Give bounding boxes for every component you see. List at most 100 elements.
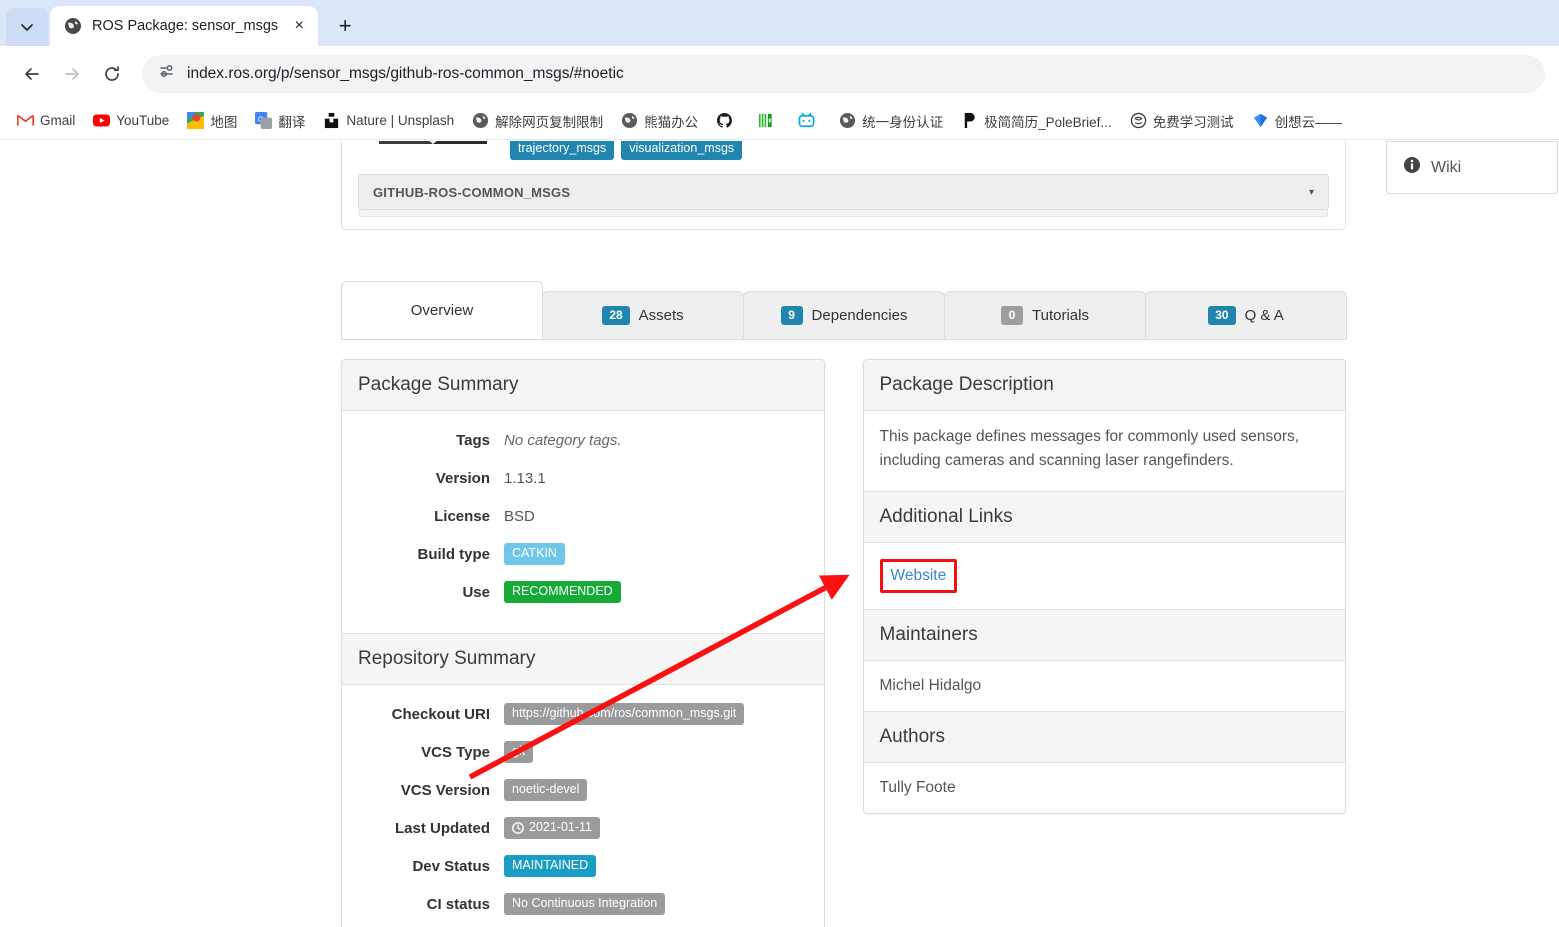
globe-icon bbox=[839, 112, 856, 129]
tab-label: Dependencies bbox=[811, 307, 908, 324]
package-tag[interactable]: visualization_msgs bbox=[621, 141, 743, 161]
bookmark-unsplash[interactable]: Nature | Unsplash bbox=[316, 108, 461, 133]
ros-logo-icon bbox=[379, 141, 487, 144]
back-icon[interactable] bbox=[14, 56, 50, 92]
summary-row-build-type: Build type CATKIN bbox=[358, 539, 808, 569]
row-label: VCS Version bbox=[400, 781, 490, 799]
description-panel: Package Description This package defines… bbox=[862, 359, 1346, 815]
back-arrow-icon bbox=[25, 68, 39, 80]
tab-label: Tutorials bbox=[1032, 307, 1089, 324]
bookmark-bilibili[interactable] bbox=[791, 108, 828, 133]
reload-arrow-icon bbox=[105, 66, 119, 81]
package-tabs: Overview 28 Assets 9 Dependencies 0 Tuto… bbox=[341, 281, 1347, 340]
row-value: No category tags. bbox=[504, 431, 622, 449]
bookmark-label: 统一身份认证 bbox=[862, 114, 944, 130]
additional-links-body: Website bbox=[864, 543, 1346, 609]
chevron-down-icon: ▾ bbox=[1308, 186, 1314, 198]
repository-select-shadow bbox=[359, 210, 1328, 218]
package-description-title: Package Description bbox=[863, 360, 1345, 411]
row-label: Build type bbox=[417, 545, 490, 563]
polebrief-icon bbox=[961, 112, 978, 129]
page-info-icon[interactable] bbox=[158, 63, 175, 85]
globe-icon bbox=[64, 17, 82, 35]
repository-select[interactable]: GITHUB-ROS-COMMON_MSGS ▾ bbox=[358, 174, 1329, 211]
repo-row-vcs-type: VCS Type git bbox=[358, 737, 808, 767]
additional-links-title: Additional Links bbox=[863, 491, 1345, 544]
bookmark-unified-auth[interactable]: 统一身份认证 bbox=[832, 107, 950, 135]
youtube-icon bbox=[93, 112, 111, 129]
ci-status-badge: No Continuous Integration bbox=[504, 892, 666, 916]
tab-assets[interactable]: 28 Assets bbox=[542, 291, 744, 339]
bars-icon bbox=[757, 112, 774, 129]
bookmarks-bar: Gmail YouTube 地图 翻译 Nature | Unsplash 解除… bbox=[0, 102, 1559, 140]
page-viewport: actionlib_msgs common_msgs diagnostic_ms… bbox=[0, 141, 1559, 927]
tab-badge: 0 bbox=[1001, 306, 1024, 325]
bookmark-label: 地图 bbox=[210, 114, 238, 130]
bookmark-polebrief[interactable]: 极简简历_PoleBrief... bbox=[954, 107, 1119, 135]
repo-row-dev-status: Dev Status MAINTAINED bbox=[358, 851, 808, 881]
browser-toolbar: index.ros.org/p/sensor_msgs/github-ros-c… bbox=[0, 46, 1559, 102]
forward-icon[interactable] bbox=[54, 56, 90, 92]
wiki-link[interactable]: Wiki bbox=[1387, 142, 1557, 193]
website-link[interactable]: Website bbox=[891, 567, 947, 584]
bookmark-label: 熊猫办公 bbox=[644, 114, 699, 130]
tab-search-button[interactable] bbox=[6, 8, 48, 46]
bookmark-free-study-test[interactable]: 免费学习测试 bbox=[1123, 107, 1241, 135]
author-name: Tully Foote bbox=[879, 779, 956, 797]
row-label: VCS Type bbox=[421, 743, 490, 761]
bookmark-label: Gmail bbox=[40, 113, 76, 128]
forward-arrow-icon bbox=[65, 68, 79, 80]
summary-row-tags: Tags No category tags. bbox=[358, 425, 808, 455]
bookmark-unlock-copy[interactable]: 解除网页复制限制 bbox=[465, 107, 610, 135]
row-value: BSD bbox=[504, 507, 535, 525]
reload-icon[interactable] bbox=[94, 56, 130, 92]
last-updated-value: 2021-01-11 bbox=[529, 819, 593, 834]
globe-icon bbox=[472, 112, 489, 129]
wiki-card: Wiki bbox=[1386, 141, 1558, 194]
tab-title: ROS Package: sensor_msgs bbox=[92, 18, 279, 34]
tab-label: Q & A bbox=[1244, 307, 1284, 324]
tab-label: Assets bbox=[638, 307, 684, 324]
right-column: Package Description This package defines… bbox=[862, 359, 1346, 927]
tab-overview[interactable]: Overview bbox=[341, 281, 543, 339]
bookmark-maps[interactable]: 地图 bbox=[180, 107, 244, 135]
tab-tutorials[interactable]: 0 Tutorials bbox=[944, 291, 1146, 339]
checkout-uri-badge: https://github.com/ros/common_msgs.git bbox=[504, 702, 745, 726]
vcs-version-badge: noetic-devel bbox=[504, 778, 588, 802]
package-description-text: This package defines messages for common… bbox=[879, 428, 1300, 470]
package-summary-body: Tags No category tags. Version 1.13.1 Li… bbox=[342, 411, 824, 633]
summary-row-use: Use RECOMMENDED bbox=[358, 577, 808, 607]
close-icon[interactable]: × bbox=[288, 15, 310, 37]
tab-badge: 28 bbox=[602, 306, 630, 325]
repo-row-last-updated: Last Updated 2021-01-11 bbox=[358, 813, 808, 843]
bookmark-gmail[interactable]: Gmail bbox=[10, 108, 82, 133]
maintainers-title: Maintainers bbox=[863, 609, 1345, 662]
bookmark-github[interactable] bbox=[709, 108, 746, 133]
package-tag-list: actionlib_msgs common_msgs diagnostic_ms… bbox=[510, 141, 1329, 161]
repository-summary-title: Repository Summary bbox=[342, 633, 824, 685]
bookmark-label: 创想云—— bbox=[1274, 114, 1343, 130]
browser-window: ROS Package: sensor_msgs × + index.ros.o… bbox=[0, 0, 1559, 927]
bookmark-translate[interactable]: G 翻译 bbox=[248, 107, 312, 135]
bookmark-youtube[interactable]: YouTube bbox=[86, 108, 176, 133]
tab-dependencies[interactable]: 9 Dependencies bbox=[743, 291, 945, 339]
summary-row-version: Version 1.13.1 bbox=[358, 463, 808, 493]
bookmark-chuangxiang-cloud[interactable]: 创想云—— bbox=[1245, 107, 1350, 135]
url-text: index.ros.org/p/sensor_msgs/github-ros-c… bbox=[187, 65, 624, 82]
tab-qa[interactable]: 30 Q & A bbox=[1145, 291, 1347, 339]
chevron-down-icon bbox=[21, 24, 33, 32]
browser-tab[interactable]: ROS Package: sensor_msgs × bbox=[50, 6, 319, 46]
package-tag[interactable]: trajectory_msgs bbox=[510, 141, 615, 161]
repo-row-vcs-version: VCS Version noetic-devel bbox=[358, 775, 808, 805]
openai-icon bbox=[1130, 112, 1147, 129]
vcs-type-badge: git bbox=[504, 740, 534, 764]
row-label: Version bbox=[435, 469, 490, 487]
repository-select-value: GITHUB-ROS-COMMON_MSGS bbox=[373, 184, 571, 200]
address-bar[interactable]: index.ros.org/p/sensor_msgs/github-ros-c… bbox=[142, 55, 1545, 93]
bookmark-label: YouTube bbox=[116, 113, 170, 128]
new-tab-button[interactable]: + bbox=[328, 9, 362, 43]
bookmark-panda-office[interactable]: 熊猫办公 bbox=[614, 107, 705, 135]
bookmark-bars[interactable] bbox=[750, 108, 787, 133]
last-updated-badge: 2021-01-11 bbox=[504, 816, 601, 840]
package-header-card: actionlib_msgs common_msgs diagnostic_ms… bbox=[341, 141, 1346, 231]
